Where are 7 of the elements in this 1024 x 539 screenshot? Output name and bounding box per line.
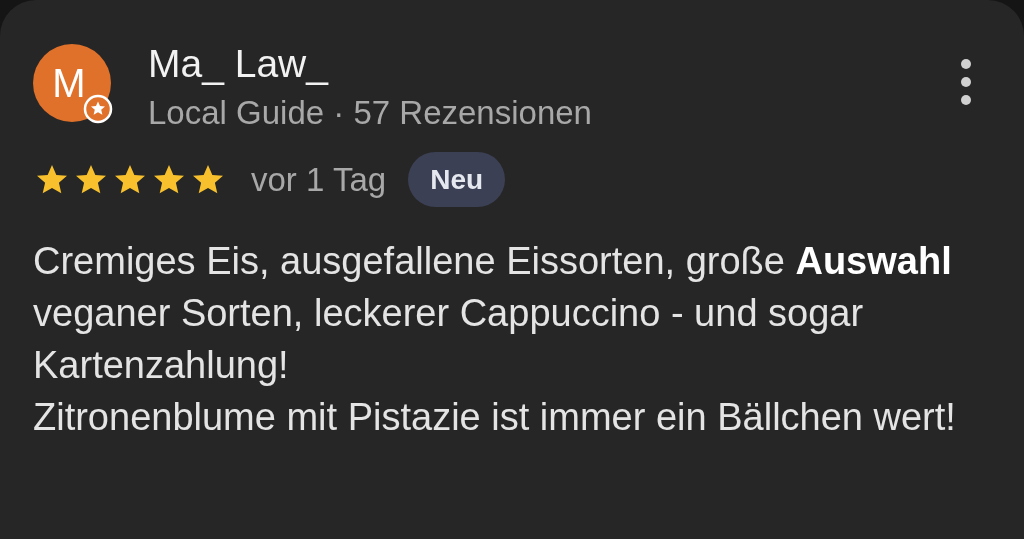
review-text: Cremiges Eis, ausgefallene Eissorten, große Auswahl veganer Sorten, leckerer Cappuccino - und sogar Kartenzahlung! <box>33 239 953 388</box>
more-options-icon[interactable] <box>960 58 972 106</box>
reviewer-name[interactable]: Ma_ Law_ <box>148 42 960 86</box>
new-badge: Neu <box>408 152 506 207</box>
reviewer-info: Local Guide · 57 Rezensionen <box>148 94 593 132</box>
review-date: vor 1 Tag <box>251 160 387 199</box>
review-text: Zitronenblume mit Pistazie ist immer ein Bällchen wert! <box>33 395 957 440</box>
